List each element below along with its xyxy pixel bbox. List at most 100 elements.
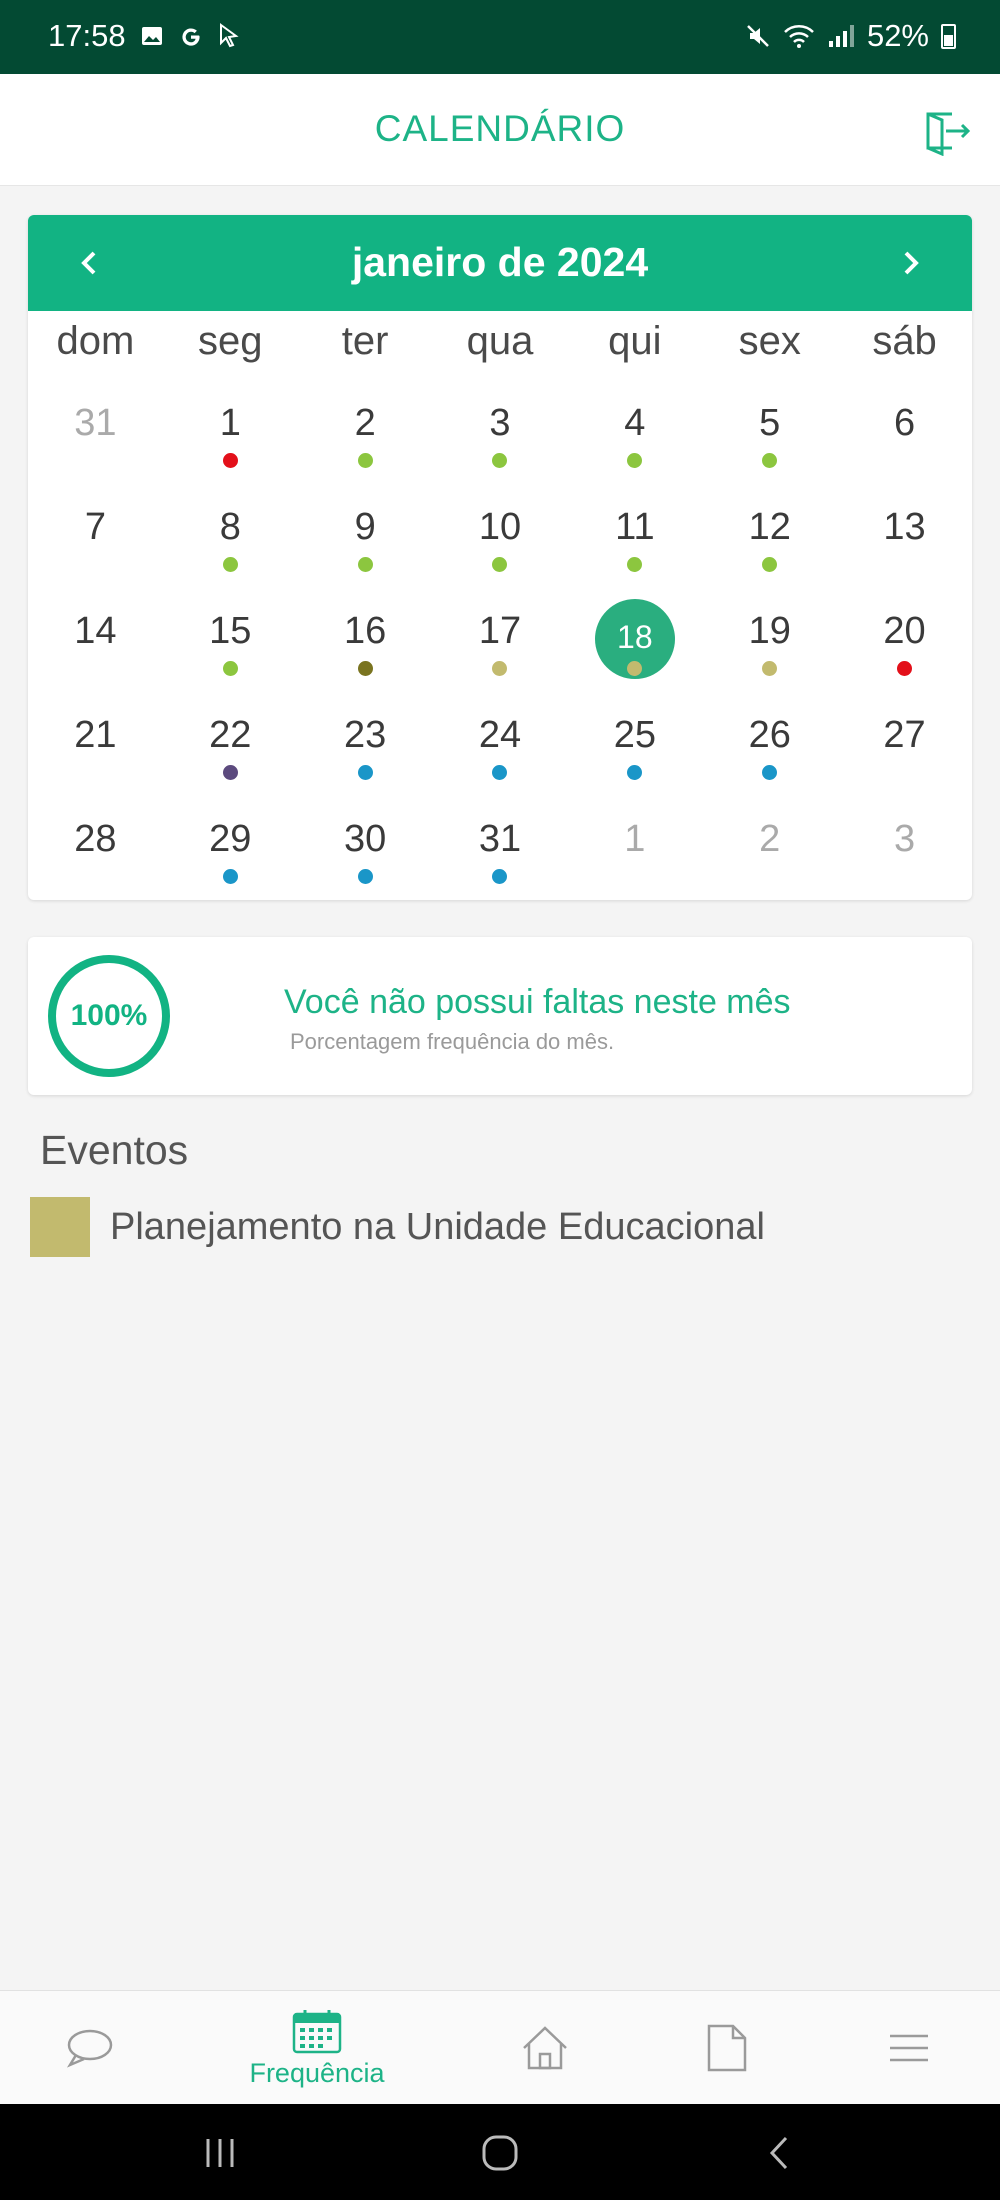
calendar-day[interactable]: 29 (163, 791, 298, 895)
calendar-day[interactable]: 17 (433, 583, 568, 687)
event-label: Planejamento na Unidade Educacional (110, 1205, 765, 1248)
weekday-label: qua (466, 319, 534, 363)
day-number: 29 (209, 818, 252, 860)
home-system-button[interactable] (470, 2128, 530, 2178)
event-color-swatch (30, 1197, 90, 1257)
attendance-dot (357, 557, 373, 572)
calendar-day[interactable]: 10 (433, 479, 568, 583)
calendar-day[interactable]: 15 (163, 583, 298, 687)
bottom-nav: Frequência (0, 1990, 1000, 2104)
calendar-day[interactable]: 8 (163, 479, 298, 583)
day-number: 2 (759, 818, 781, 860)
day-number: 3 (894, 818, 916, 860)
calendar-day[interactable]: 30 (298, 791, 433, 895)
events-title: Eventos (40, 1127, 189, 1173)
calendar-day[interactable]: 5 (702, 375, 837, 479)
day-number: 4 (624, 402, 646, 444)
day-number: 18 (617, 619, 653, 655)
nav-messages[interactable] (14, 1991, 164, 2105)
weekday-label: seg (198, 319, 263, 363)
calendar-day[interactable]: 23 (298, 687, 433, 791)
calendar-day[interactable]: 3 (837, 791, 972, 895)
calendar-day[interactable]: 9 (298, 479, 433, 583)
nav-home[interactable] (470, 1991, 620, 2105)
attendance-ring: 100% (48, 955, 170, 1077)
next-month-button[interactable] (882, 235, 938, 291)
calendar-day[interactable]: 16 (298, 583, 433, 687)
day-number: 19 (748, 610, 791, 652)
day-number: 13 (883, 506, 926, 548)
back-icon (769, 2136, 788, 2170)
day-number: 2 (354, 402, 376, 444)
day-number: 20 (883, 610, 926, 652)
status-bar-right: 52% (745, 18, 956, 54)
day-number: 11 (615, 506, 655, 548)
day-number: 31 (74, 402, 117, 444)
day-number: 28 (74, 818, 117, 860)
attendance-dot (222, 661, 238, 676)
system-nav-bar (0, 2104, 1000, 2200)
calendar-day[interactable]: 2 (702, 791, 837, 895)
day-number: 6 (894, 402, 916, 444)
calendar-day[interactable]: 21 (28, 687, 163, 791)
app-header: CALENDÁRIO (0, 74, 1000, 186)
nav-menu[interactable] (834, 1991, 984, 2105)
calendar-day[interactable]: 6 (837, 375, 972, 479)
attendance-dot (357, 869, 373, 884)
attendance-dot (627, 765, 643, 780)
status-bar-left: 17:58 (48, 18, 240, 54)
calendar-day-today[interactable]: 18 (567, 583, 702, 687)
cursor-icon (219, 23, 239, 48)
day-number: 30 (343, 818, 387, 860)
calendar-day[interactable]: 11 (567, 479, 702, 583)
day-number: 26 (748, 714, 791, 756)
day-number: 15 (209, 610, 252, 652)
weekday-label: qui (608, 319, 662, 363)
mute-icon (747, 25, 769, 47)
logout-button[interactable] (922, 106, 974, 157)
weekday-label: sex (738, 319, 801, 363)
day-grid: 31 1 2 3 4 5 6 7 8 9 10 11 12 13 14 15 16 17 18 19 20 21 22 23 2… (28, 375, 972, 895)
attendance-dot (222, 869, 238, 884)
calendar-day[interactable]: 22 (163, 687, 298, 791)
calendar-day[interactable]: 28 (28, 791, 163, 895)
calendar-day[interactable]: 20 (837, 583, 972, 687)
calendar-day[interactable]: 3 (433, 375, 568, 479)
calendar-day[interactable]: 2 (298, 375, 433, 479)
calendar-day[interactable]: 13 (837, 479, 972, 583)
calendar-day[interactable]: 12 (702, 479, 837, 583)
calendar-day[interactable]: 4 (567, 375, 702, 479)
attendance-dot (357, 453, 373, 468)
nav-documents[interactable] (652, 1991, 802, 2105)
calendar-day[interactable]: 1 (567, 791, 702, 895)
battery-icon (941, 23, 956, 49)
attendance-dot (762, 557, 778, 572)
attendance-dot (492, 453, 508, 468)
menu-icon (890, 2034, 928, 2062)
calendar-day[interactable]: 31 (433, 791, 568, 895)
calendar-day[interactable]: 7 (28, 479, 163, 583)
nav-frequencia[interactable]: Frequência (242, 1991, 392, 2105)
calendar-day[interactable]: 14 (28, 583, 163, 687)
attendance-dot (762, 661, 778, 676)
back-button[interactable] (750, 2128, 810, 2178)
recent-apps-button[interactable] (190, 2128, 250, 2178)
wifi-icon (784, 25, 814, 48)
image-icon (141, 27, 162, 45)
calendar-day[interactable]: 25 (567, 687, 702, 791)
day-number: 17 (478, 610, 522, 652)
attendance-dot (357, 661, 373, 676)
calendar-day[interactable]: 1 (163, 375, 298, 479)
calendar-day[interactable]: 19 (702, 583, 837, 687)
attendance-message: Você não possui faltas neste mês (284, 983, 791, 1021)
calendar-day[interactable]: 24 (433, 687, 568, 791)
calendar-day[interactable]: 31 (28, 375, 163, 479)
day-number: 25 (613, 714, 656, 756)
weekday-label: sáb (872, 319, 937, 363)
weekday-label: ter (341, 319, 389, 363)
day-number: 1 (624, 818, 646, 860)
month-label: janeiro de 2024 (351, 239, 649, 285)
chevron-right-icon (904, 251, 919, 275)
calendar-day[interactable]: 27 (837, 687, 972, 791)
calendar-day[interactable]: 26 (702, 687, 837, 791)
